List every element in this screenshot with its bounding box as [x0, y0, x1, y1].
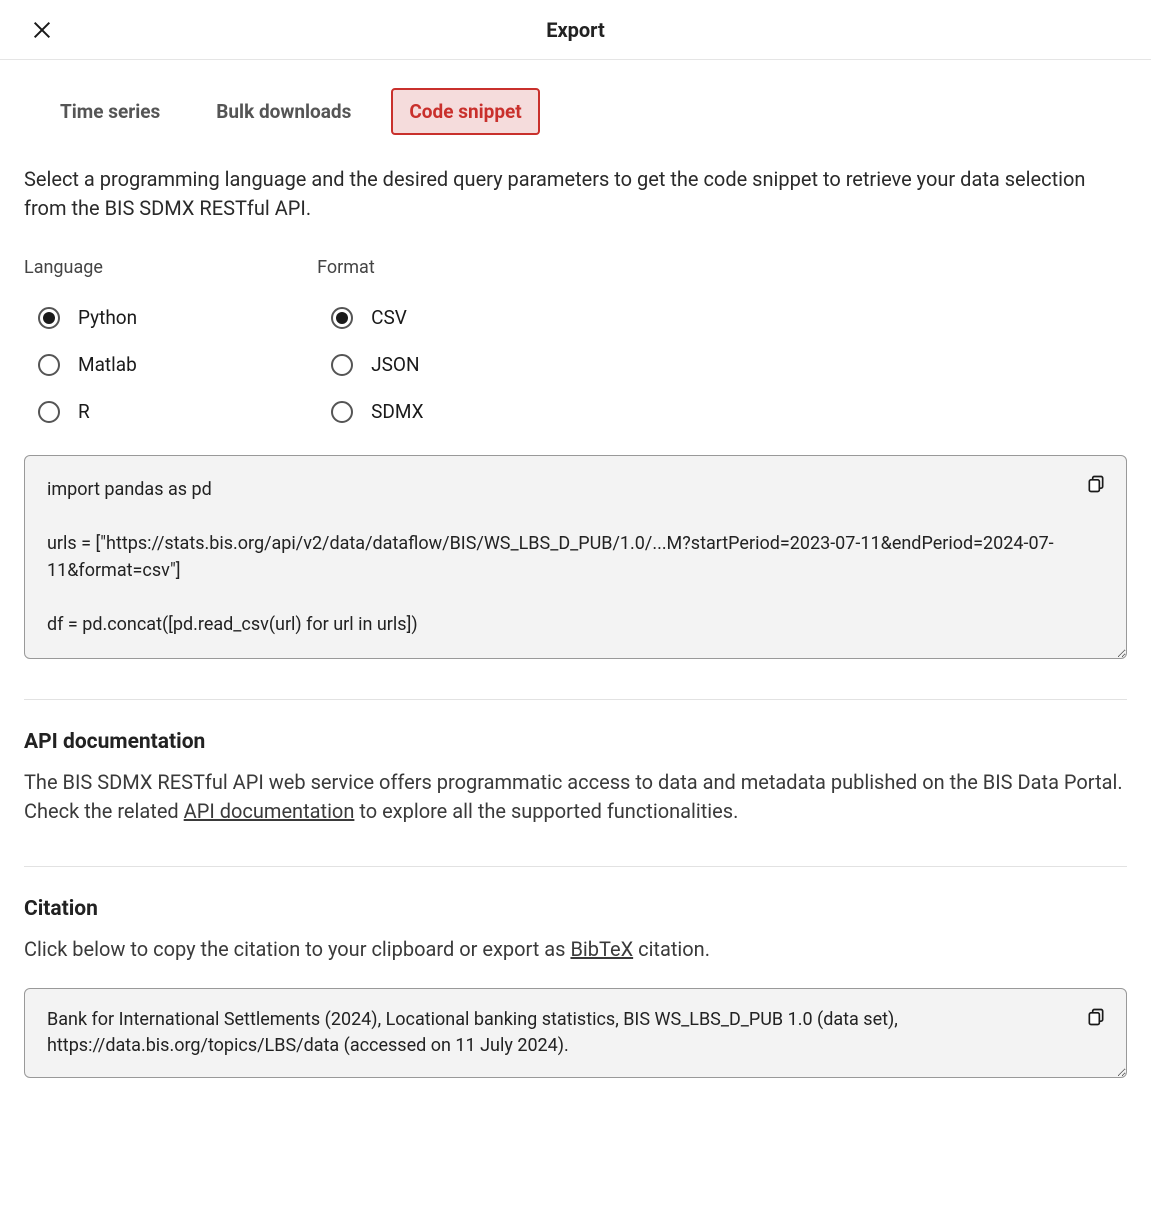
radio-r[interactable]: R: [38, 400, 137, 423]
dialog-title: Export: [546, 18, 605, 42]
tabs: Time series Bulk downloads Code snippet: [44, 88, 1127, 135]
code-snippet-text[interactable]: import pandas as pd urls = ["https://sta…: [47, 476, 1104, 638]
api-doc-text-after: to explore all the supported functionali…: [354, 799, 738, 823]
radio-label: JSON: [371, 353, 419, 376]
divider: [24, 866, 1127, 867]
parameters-row: Language Python Matlab R Format: [24, 257, 1127, 423]
copy-citation-button[interactable]: [1086, 1007, 1108, 1029]
citation-content[interactable]: Bank for International Settlements (2024…: [47, 1007, 1104, 1059]
language-column: Language Python Matlab R: [24, 257, 137, 423]
format-radio-group: CSV JSON SDMX: [331, 306, 423, 423]
radio-icon: [331, 354, 353, 376]
citation-text-before: Click below to copy the citation to your…: [24, 937, 570, 961]
language-radio-group: Python Matlab R: [38, 306, 137, 423]
citation-text-after: citation.: [633, 937, 710, 961]
radio-label: SDMX: [371, 400, 423, 423]
radio-icon: [38, 401, 60, 423]
radio-json[interactable]: JSON: [331, 353, 423, 376]
radio-icon: [331, 307, 353, 329]
close-button[interactable]: [28, 16, 56, 44]
api-doc-link[interactable]: API documentation: [184, 799, 355, 823]
copy-code-button[interactable]: [1086, 474, 1108, 496]
close-icon: [31, 19, 53, 41]
dialog-content: Time series Bulk downloads Code snippet …: [0, 88, 1151, 1102]
radio-label: CSV: [371, 306, 407, 329]
tab-time-series[interactable]: Time series: [44, 90, 176, 133]
tab-description: Select a programming language and the de…: [24, 165, 1127, 223]
radio-label: Matlab: [78, 353, 137, 376]
radio-icon: [331, 401, 353, 423]
copy-icon: [1086, 1007, 1106, 1027]
radio-csv[interactable]: CSV: [331, 306, 423, 329]
radio-label: Python: [78, 306, 137, 329]
citation-heading: Citation: [24, 897, 1127, 921]
language-label: Language: [24, 257, 137, 278]
radio-icon: [38, 307, 60, 329]
tab-bulk-downloads[interactable]: Bulk downloads: [200, 90, 367, 133]
format-label: Format: [317, 257, 423, 278]
dialog-header: Export: [0, 0, 1151, 60]
tab-code-snippet[interactable]: Code snippet: [391, 88, 539, 135]
radio-icon: [38, 354, 60, 376]
radio-sdmx[interactable]: SDMX: [331, 400, 423, 423]
citation-text: Click below to copy the citation to your…: [24, 935, 1127, 964]
bibtex-link[interactable]: BibTeX: [570, 937, 633, 961]
radio-python[interactable]: Python: [38, 306, 137, 329]
format-column: Format CSV JSON SDMX: [317, 257, 423, 423]
citation-box: Bank for International Settlements (2024…: [24, 988, 1127, 1078]
api-doc-text: The BIS SDMX RESTful API web service off…: [24, 768, 1127, 826]
copy-icon: [1086, 474, 1106, 494]
radio-label: R: [78, 400, 90, 423]
divider: [24, 699, 1127, 700]
radio-matlab[interactable]: Matlab: [38, 353, 137, 376]
api-doc-heading: API documentation: [24, 730, 1127, 754]
code-snippet-box: import pandas as pd urls = ["https://sta…: [24, 455, 1127, 659]
